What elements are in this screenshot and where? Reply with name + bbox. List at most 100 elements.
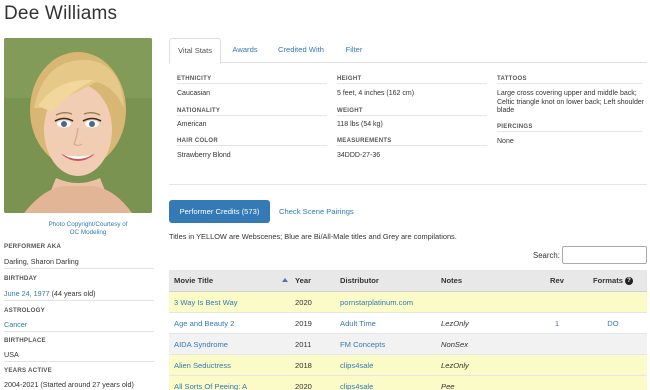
- tab-credited-with[interactable]: Credited With: [269, 38, 333, 63]
- photo-credit[interactable]: Photo Copyright/Courtesy of OC Modeling: [4, 221, 172, 237]
- page-title: Dee Williams: [4, 3, 118, 24]
- divider: [177, 145, 327, 146]
- table-header: Movie Title Year Distributor Notes Rev F…: [169, 270, 647, 292]
- birthday-value: June 24, 1977 (44 years old): [4, 289, 96, 298]
- divider: [4, 331, 154, 332]
- formats-link[interactable]: [587, 292, 639, 313]
- column-header-distributor[interactable]: Distributor: [340, 270, 435, 292]
- table-row: 3 Way Is Best Way 2020 pornstarplatinum.co…: [169, 292, 647, 313]
- photo-credit-line2: OC Modeling: [69, 229, 107, 236]
- birthplace-label: BIRTHPLACE: [4, 337, 46, 344]
- sort-ascending-icon[interactable]: [282, 278, 288, 282]
- table-row: All Sorts Of Peeing: A 2020 clips4sale Pee: [169, 376, 647, 390]
- nationality-value: American: [177, 121, 207, 128]
- nationality-label: NATIONALITY: [177, 108, 221, 114]
- color-legend-notice: Titles in YELLOW are Webscenes; Blue are…: [169, 232, 457, 241]
- performer-portrait-image: [4, 38, 152, 213]
- formats-header-label: Formats: [593, 276, 623, 285]
- movie-title-link[interactable]: Alien Seductress: [174, 355, 289, 376]
- column-header-title[interactable]: Movie Title: [174, 270, 289, 292]
- hair-color-label: HAIR COLOR: [177, 138, 218, 144]
- tab-vital-stats[interactable]: Vital Stats: [169, 38, 221, 64]
- years-active-value: 2004-2021 (Started around 27 years old): [4, 380, 134, 389]
- profile-tabs: Vital Stats Awards Credited With Filter: [169, 38, 647, 64]
- photo-credit-line1: Photo Copyright/Courtesy of: [48, 221, 128, 228]
- ethnicity-label: ETHNICITY: [177, 76, 212, 82]
- movie-title-link[interactable]: AIDA Syndrome: [174, 334, 289, 355]
- notes-cell: NonSex: [441, 340, 469, 349]
- divider: [497, 83, 642, 84]
- column-header-rev[interactable]: Rev: [544, 270, 570, 292]
- aka-value: Darling, Sharon Darling: [4, 257, 79, 266]
- notes-cell: [441, 292, 521, 313]
- formats-link[interactable]: DO: [587, 313, 639, 334]
- movie-title-link[interactable]: Age and Beauty 2: [174, 313, 289, 334]
- piercings-label: PIERCINGS: [497, 124, 533, 130]
- formats-link[interactable]: [587, 355, 639, 376]
- year-cell: 2018: [295, 361, 312, 370]
- column-header-formats[interactable]: Formats?: [587, 270, 639, 292]
- movie-title-link[interactable]: All Sorts Of Peeing: A: [174, 376, 289, 390]
- measurements-label: MEASUREMENTS: [337, 138, 392, 144]
- formats-link[interactable]: [587, 376, 639, 390]
- year-cell: 2011: [295, 340, 312, 349]
- movie-title-link[interactable]: 3 Way Is Best Way: [174, 292, 289, 313]
- tattoos-label: TATTOOS: [497, 76, 527, 82]
- aka-label: PERFORMER AKA: [4, 243, 62, 250]
- divider: [4, 268, 154, 269]
- birthday-label: BIRTHDAY: [4, 275, 37, 282]
- check-scene-pairings-link[interactable]: Check Scene Pairings: [279, 200, 354, 223]
- age-text: (44 years old): [49, 289, 96, 298]
- year-cell: 2019: [295, 319, 312, 328]
- review-count-link[interactable]: 1: [544, 313, 570, 334]
- review-count-link[interactable]: [544, 376, 570, 390]
- notes-cell: LezOnly: [441, 361, 469, 370]
- height-value: 5 feet, 4 inches (162 cm): [337, 90, 415, 97]
- tattoos-value: Large cross covering upper and middle ba…: [497, 90, 645, 114]
- performer-photo: [4, 38, 152, 213]
- weight-label: WEIGHT: [337, 108, 363, 114]
- column-header-notes[interactable]: Notes: [441, 270, 521, 292]
- divider: [4, 300, 154, 301]
- birthplace-value: USA: [4, 350, 19, 359]
- table-row: Age and Beauty 2 2019 Adult Time LezOnly 1 DO: [169, 313, 647, 334]
- credits-table: Movie Title Year Distributor Notes Rev F…: [169, 270, 647, 390]
- distributor-link[interactable]: FM Concepts: [340, 334, 435, 355]
- astrology-link[interactable]: Cancer: [4, 320, 27, 329]
- formats-link[interactable]: [587, 334, 639, 355]
- distributor-link[interactable]: pornstarplatinum.com: [340, 292, 435, 313]
- distributor-link[interactable]: clips4sale: [340, 376, 435, 390]
- height-label: HEIGHT: [337, 76, 362, 82]
- tab-awards[interactable]: Awards: [223, 38, 267, 63]
- measurements-value: 34DDD-27-36: [337, 152, 381, 159]
- ethnicity-value: Caucasian: [177, 90, 211, 97]
- divider: [337, 115, 487, 116]
- notes-cell: Pee: [441, 382, 455, 390]
- search-input[interactable]: [562, 246, 647, 264]
- divider: [337, 145, 487, 146]
- birthday-link[interactable]: June 24, 1977: [4, 289, 50, 298]
- piercings-value: None: [497, 138, 514, 145]
- performer-credits-button[interactable]: Performer Credits (573): [169, 200, 270, 223]
- tab-filter[interactable]: Filter: [335, 38, 373, 63]
- review-count-link[interactable]: [544, 355, 570, 376]
- search-label: Search:: [533, 251, 560, 260]
- weight-value: 118 lbs (54 kg): [337, 121, 383, 128]
- review-count-link[interactable]: [544, 334, 570, 355]
- notes-cell: LezOnly: [441, 319, 469, 328]
- help-icon[interactable]: ?: [624, 277, 633, 285]
- vital-stats-panel: ETHNICITY Caucasian NATIONALITY American…: [169, 63, 647, 185]
- year-cell: 2020: [295, 382, 312, 390]
- divider: [4, 361, 154, 362]
- distributor-link[interactable]: Adult Time: [340, 313, 435, 334]
- distributor-link[interactable]: clips4sale: [340, 355, 435, 376]
- column-header-year[interactable]: Year: [295, 270, 335, 292]
- hair-color-value: Strawberry Blond: [177, 152, 231, 159]
- divider: [497, 131, 642, 132]
- table-body: 3 Way Is Best Way 2020 pornstarplatinum.co…: [169, 292, 647, 390]
- review-count-link[interactable]: [544, 292, 570, 313]
- astrology-value: Cancer: [4, 320, 27, 329]
- year-cell: 2020: [295, 298, 312, 307]
- table-row: AIDA Syndrome 2011 FM Concepts NonSex: [169, 334, 647, 355]
- astrology-label: ASTROLOGY: [4, 307, 45, 314]
